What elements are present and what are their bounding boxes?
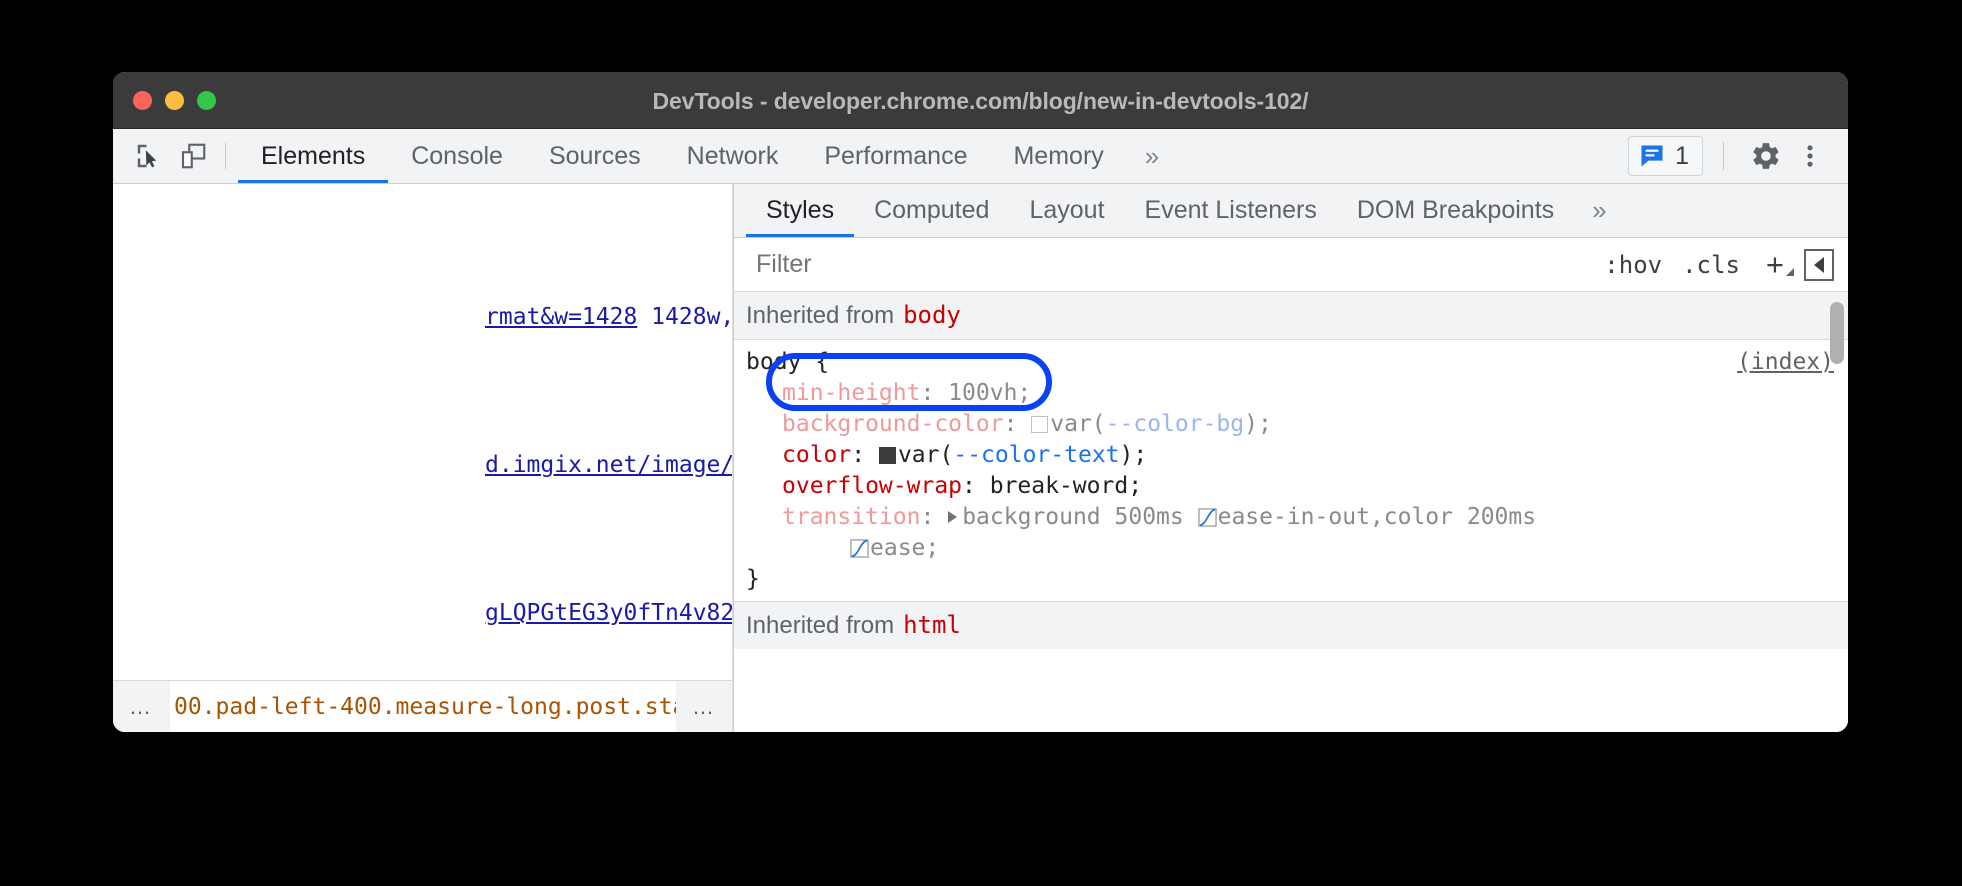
tab-sources[interactable]: Sources [526, 129, 664, 183]
color-swatch[interactable] [879, 447, 896, 464]
color-swatch[interactable] [1031, 416, 1048, 433]
tab-label: Computed [874, 196, 989, 225]
more-tabs-chevron-icon[interactable]: » [1127, 141, 1177, 172]
srcset-url-fragment[interactable]: gLQPGtEG3y0fTn4v82/3vhz [485, 600, 733, 626]
breadcrumb-overflow-right[interactable]: … [676, 681, 733, 733]
property-name[interactable]: transition [782, 504, 920, 530]
computed-sidebar-toggle-icon[interactable] [1804, 249, 1834, 281]
rule-close-brace: } [734, 564, 1848, 595]
inspect-cursor-icon[interactable] [127, 134, 171, 178]
style-origin-link[interactable]: (index) [1737, 347, 1834, 378]
tab-styles[interactable]: Styles [746, 184, 854, 237]
property-name[interactable]: overflow-wrap [782, 473, 962, 499]
styles-more-tabs-chevron-icon[interactable]: » [1574, 195, 1624, 226]
element-classes-button[interactable]: .cls [1672, 251, 1750, 279]
tab-label: DOM Breakpoints [1357, 196, 1554, 225]
three-dot-menu-icon[interactable] [1788, 134, 1832, 178]
style-rules-area[interactable]: Inherited from body (index) body { min-h… [734, 292, 1848, 677]
devtools-main-toolbar: Elements Console Sources Network Perform… [113, 129, 1848, 184]
window-title-bar: DevTools - developer.chrome.com/blog/new… [113, 72, 1848, 129]
issues-badge[interactable]: 1 [1628, 136, 1703, 176]
force-element-state-button[interactable]: :hov [1594, 251, 1672, 279]
styles-filter-row: :hov .cls + [734, 238, 1848, 292]
tab-memory[interactable]: Memory [990, 129, 1126, 183]
srcset-descriptor: 1428w, [637, 304, 733, 330]
srcset-url-fragment[interactable]: d.imgix.net/image/dPDCe [485, 452, 733, 478]
tab-event-listeners[interactable]: Event Listeners [1125, 184, 1337, 237]
inherited-from-label: Inherited from [746, 300, 894, 331]
chevron-label: » [1145, 141, 1159, 172]
toolbar-divider-2 [1723, 142, 1724, 170]
dom-tree-pane: rmat&w=1428 1428w, http d.imgix.net/imag… [113, 184, 733, 732]
css-variable-name[interactable]: --color-bg [1106, 411, 1244, 437]
issues-count: 1 [1675, 142, 1689, 171]
toolbar-divider [225, 143, 226, 169]
property-name[interactable]: min-height [782, 380, 920, 406]
property-name[interactable]: background-color [782, 411, 1004, 437]
inherited-from-selector[interactable]: html [903, 610, 961, 641]
property-value[interactable]: 100vh; [948, 380, 1031, 406]
declaration-transition[interactable]: transition: background 500ms ease-in-out… [734, 502, 1848, 533]
declaration-transition-wrap[interactable]: ease; [734, 533, 1848, 564]
declaration-min-height[interactable]: min-height: 100vh; [734, 378, 1848, 409]
tab-computed[interactable]: Computed [854, 184, 1009, 237]
new-style-rule-button[interactable]: + [1750, 249, 1798, 280]
devtools-panel-body: rmat&w=1428 1428w, http d.imgix.net/imag… [113, 184, 1848, 732]
style-rule-body[interactable]: (index) body { min-height: 100vh; backgr… [734, 340, 1848, 601]
plus-icon: + [1766, 247, 1784, 282]
filter-input[interactable] [754, 249, 1594, 280]
device-toolbar-icon[interactable] [171, 134, 215, 178]
tab-network[interactable]: Network [664, 129, 802, 183]
window-title: DevTools - developer.chrome.com/blog/new… [113, 88, 1848, 115]
breadcrumb-overflow-left[interactable]: … [113, 681, 170, 733]
tab-dom-breakpoints[interactable]: DOM Breakpoints [1337, 184, 1574, 237]
tab-label: Performance [824, 142, 967, 171]
tab-elements[interactable]: Elements [238, 129, 388, 183]
tab-label: Styles [766, 196, 834, 225]
easing-curve-icon[interactable] [1198, 508, 1217, 527]
toolbar-right-controls: 1 [1628, 134, 1848, 178]
styles-tab-bar: Styles Computed Layout Event Listeners D… [734, 184, 1848, 238]
close-brace: } [746, 566, 760, 592]
tab-label: Layout [1029, 196, 1104, 225]
tab-label: Sources [549, 142, 641, 171]
tab-label: Event Listeners [1145, 196, 1317, 225]
rule-selector[interactable]: body { [734, 347, 1848, 378]
devtools-window: DevTools - developer.chrome.com/blog/new… [113, 72, 1848, 732]
dom-breadcrumb[interactable]: … 00.pad-left-400.measure-long.post.sta … [113, 680, 733, 732]
issues-message-icon [1638, 142, 1666, 170]
inherited-from-label: Inherited from [746, 610, 894, 641]
tab-label: Memory [1013, 142, 1103, 171]
selector-text: body { [746, 349, 829, 375]
dom-text-row[interactable]: d.imgix.net/image/dPDCe [113, 447, 732, 484]
dom-tree[interactable]: rmat&w=1428 1428w, http d.imgix.net/imag… [113, 184, 732, 732]
tab-label: Console [411, 142, 503, 171]
property-name[interactable]: color [782, 442, 851, 468]
caret-left-icon [1814, 257, 1824, 273]
dom-text-row[interactable]: gLQPGtEG3y0fTn4v82/3vhz [113, 595, 732, 632]
inherited-from-selector[interactable]: body [903, 300, 961, 331]
styles-sidebar-pane: Styles Computed Layout Event Listeners D… [733, 184, 1848, 732]
plus-dropdown-caret-icon[interactable] [1786, 268, 1794, 276]
declaration-background-color[interactable]: background-color: var(--color-bg); [734, 409, 1848, 440]
srcset-url-fragment[interactable]: rmat&w=1428 [485, 304, 637, 330]
inherited-from-body-header: Inherited from body [734, 292, 1848, 340]
chevron-label: » [1592, 195, 1606, 226]
easing-curve-icon[interactable] [850, 539, 869, 558]
expand-shorthand-triangle-icon[interactable] [948, 511, 957, 523]
styles-scrollbar-thumb[interactable] [1830, 302, 1844, 364]
declaration-color[interactable]: color: var(--color-text); [734, 440, 1848, 471]
breadcrumb-selector[interactable]: 00.pad-left-400.measure-long.post.sta [170, 694, 676, 720]
gear-icon[interactable] [1744, 134, 1788, 178]
tab-performance[interactable]: Performance [801, 129, 990, 183]
tab-layout[interactable]: Layout [1009, 184, 1124, 237]
declaration-overflow-wrap[interactable]: overflow-wrap: break-word; [734, 471, 1848, 502]
css-variable-name[interactable]: --color-text [953, 442, 1119, 468]
inherited-from-html-header: Inherited from html [734, 601, 1848, 649]
tab-label: Network [687, 142, 779, 171]
property-value: break-word; [990, 473, 1142, 499]
tab-label: Elements [261, 142, 365, 171]
tab-console[interactable]: Console [388, 129, 526, 183]
dom-text-row[interactable]: rmat&w=1428 1428w, http [113, 299, 732, 336]
